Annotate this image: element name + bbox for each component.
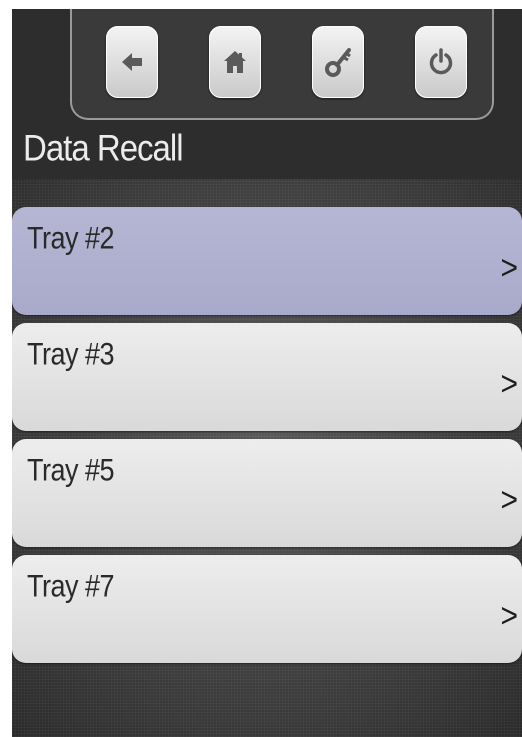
power-icon [429, 48, 453, 75]
chevron-right-icon: > [500, 597, 518, 635]
list-item-tray-7[interactable]: Tray #7 > [12, 555, 522, 663]
tray-list: Tray #2 > Tray #3 > Tray #5 > Tray #7 > [12, 207, 522, 671]
home-icon [224, 51, 246, 73]
back-arrow-icon [122, 53, 142, 71]
header: Data Recall [12, 9, 522, 179]
chevron-right-icon: > [500, 249, 518, 287]
content-area: Tray #2 > Tray #3 > Tray #5 > Tray #7 > [12, 179, 522, 737]
home-button[interactable] [209, 26, 261, 98]
back-button[interactable] [106, 26, 158, 98]
chevron-right-icon: > [500, 481, 518, 519]
chevron-right-icon: > [500, 365, 518, 403]
device-screen: Data Recall Tray #2 > Tray #3 > Tray #5 … [12, 9, 522, 737]
page-title: Data Recall [23, 127, 184, 169]
power-button[interactable] [415, 26, 467, 98]
list-item-label: Tray #7 [27, 569, 115, 604]
key-button[interactable] [312, 26, 364, 98]
list-item-label: Tray #2 [27, 221, 115, 256]
list-item-label: Tray #5 [27, 453, 115, 488]
key-icon [325, 48, 351, 77]
list-item-tray-5[interactable]: Tray #5 > [12, 439, 522, 547]
list-item-tray-2[interactable]: Tray #2 > [12, 207, 522, 315]
list-item-label: Tray #3 [27, 337, 115, 372]
toolbar [70, 9, 494, 120]
list-item-tray-3[interactable]: Tray #3 > [12, 323, 522, 431]
